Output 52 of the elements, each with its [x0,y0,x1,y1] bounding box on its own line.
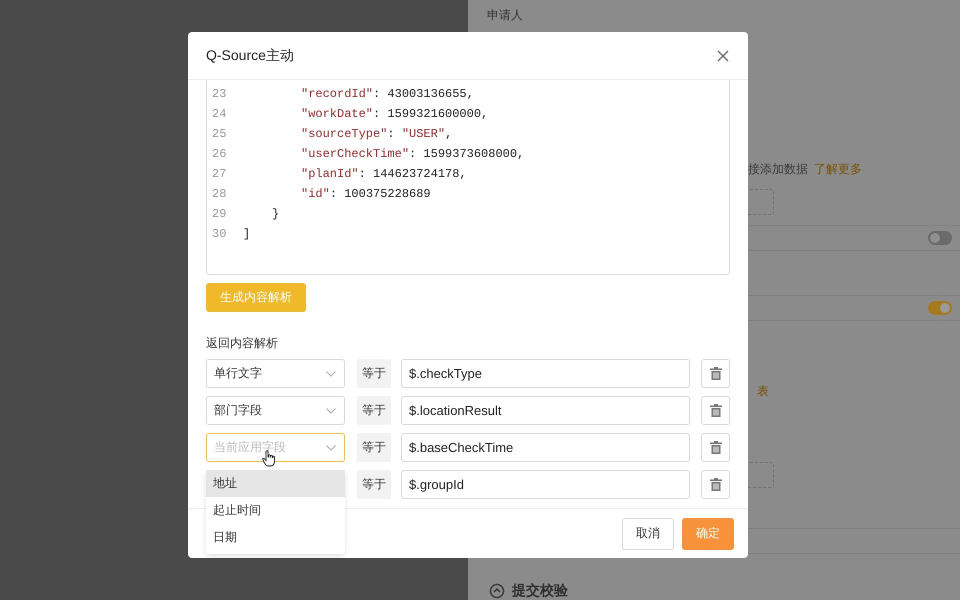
section-title: 提交校验 [512,582,568,600]
path-input[interactable]: $.baseCheckTime [401,433,690,462]
code-line: ] [243,226,250,243]
path-input[interactable]: $.locationResult [401,396,690,425]
delete-button[interactable] [701,359,730,388]
cancel-button[interactable]: 取消 [622,518,674,550]
path-input[interactable]: $.groupId [401,470,690,499]
delete-button[interactable] [701,470,730,499]
line-number: 26 [211,146,228,163]
caret-icon [326,444,336,450]
line-number: 30 [211,226,228,243]
section-label: 返回内容解析 [206,335,279,352]
trash-icon [710,441,722,454]
line-number: 28 [211,186,228,203]
code-line: "planId": 144623724178, [301,166,467,183]
code-line: "userCheckTime": 1599373608000, [301,146,524,163]
dialog-title: Q-Source主动 [206,46,294,64]
dropdown-option[interactable]: 地址 [206,470,345,497]
toggle-switch[interactable] [928,231,952,245]
dropdown-option[interactable]: 起止时间 [206,497,345,524]
applicant-label: 申请人 [487,7,523,24]
caret-icon [326,408,336,414]
code-line: "sourceType": "USER", [301,126,452,143]
trash-icon [710,478,722,491]
code-editor[interactable]: 23 "recordId": 43003136655, 24 "workDate": 1599321600000, 25 "sourceType": "USER", 26 "userCheckTime": 1599373608000, 27 "planId": 144623724178, 28 "id": 100375228689 29 } 30 ] [206,80,730,275]
delete-button[interactable] [701,396,730,425]
trash-icon [710,367,722,380]
hint-text: 接添加数据 [748,161,808,177]
code-line: "id": 100375228689 [301,186,431,203]
operator-label: 等于 [357,433,391,462]
code-line: "recordId": 43003136655, [301,86,474,103]
path-input[interactable]: $.checkType [401,359,690,388]
toggle-switch[interactable] [928,301,952,315]
line-number: 29 [211,206,228,223]
dropdown-option[interactable]: 日期 [206,524,345,551]
field-select[interactable]: 部门字段 [206,396,345,425]
line-number: 23 [211,86,228,103]
trash-icon [710,404,722,417]
line-number: 27 [211,166,228,183]
operator-label: 等于 [357,396,391,425]
operator-label: 等于 [357,470,391,499]
delete-button[interactable] [701,433,730,462]
operator-label: 等于 [357,359,391,388]
caret-icon [326,370,336,376]
code-line: } [272,206,280,223]
field-select[interactable]: 单行文字 [206,359,345,388]
line-number: 24 [211,106,228,123]
close-icon[interactable] [717,50,729,62]
check-circle-icon [489,583,505,599]
code-line: "workDate": 1599321600000, [301,106,488,123]
hand-cursor-icon [262,450,276,467]
line-number: 25 [211,126,228,143]
